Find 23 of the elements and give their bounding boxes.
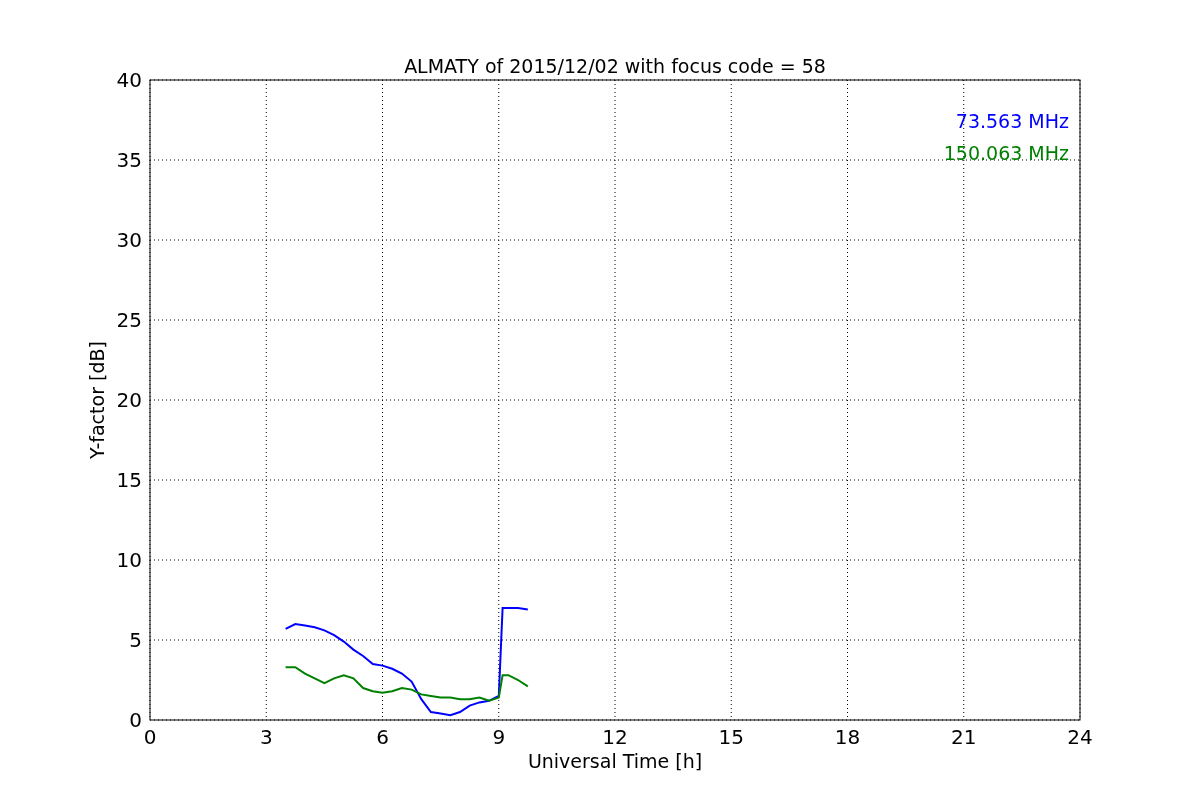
x-tick-label: 0 <box>143 725 157 749</box>
y-tick-label: 10 <box>116 548 142 572</box>
x-tick-label: 6 <box>376 725 389 749</box>
x-axis-label: Universal Time [h] <box>527 750 703 772</box>
chart-title: ALMATY of 2015/12/02 with focus code = 58 <box>404 55 826 77</box>
y-tick-label: 5 <box>129 628 142 652</box>
x-tick-label: 24 <box>1067 725 1093 749</box>
y-tick-label: 20 <box>116 388 142 412</box>
y-tick-label: 40 <box>116 68 142 92</box>
x-tick-label: 3 <box>259 725 273 749</box>
x-tick-label: 21 <box>951 725 977 749</box>
y-tick-label: 0 <box>129 708 142 732</box>
y-tick-label: 25 <box>116 308 142 332</box>
y-tick-label: 15 <box>116 468 142 492</box>
x-tick-label: 18 <box>834 725 861 749</box>
x-tick-label: 9 <box>492 725 506 749</box>
legend-label: 150.063 MHz <box>943 142 1069 164</box>
y-tick-label: 30 <box>116 228 142 252</box>
y-axis-label: Y-factor [dB] <box>86 341 108 459</box>
y-tick-label: 35 <box>116 148 142 172</box>
x-tick-label: 15 <box>718 725 744 749</box>
legend-label: 73.563 MHz <box>955 110 1069 132</box>
x-tick-label: 12 <box>602 725 628 749</box>
